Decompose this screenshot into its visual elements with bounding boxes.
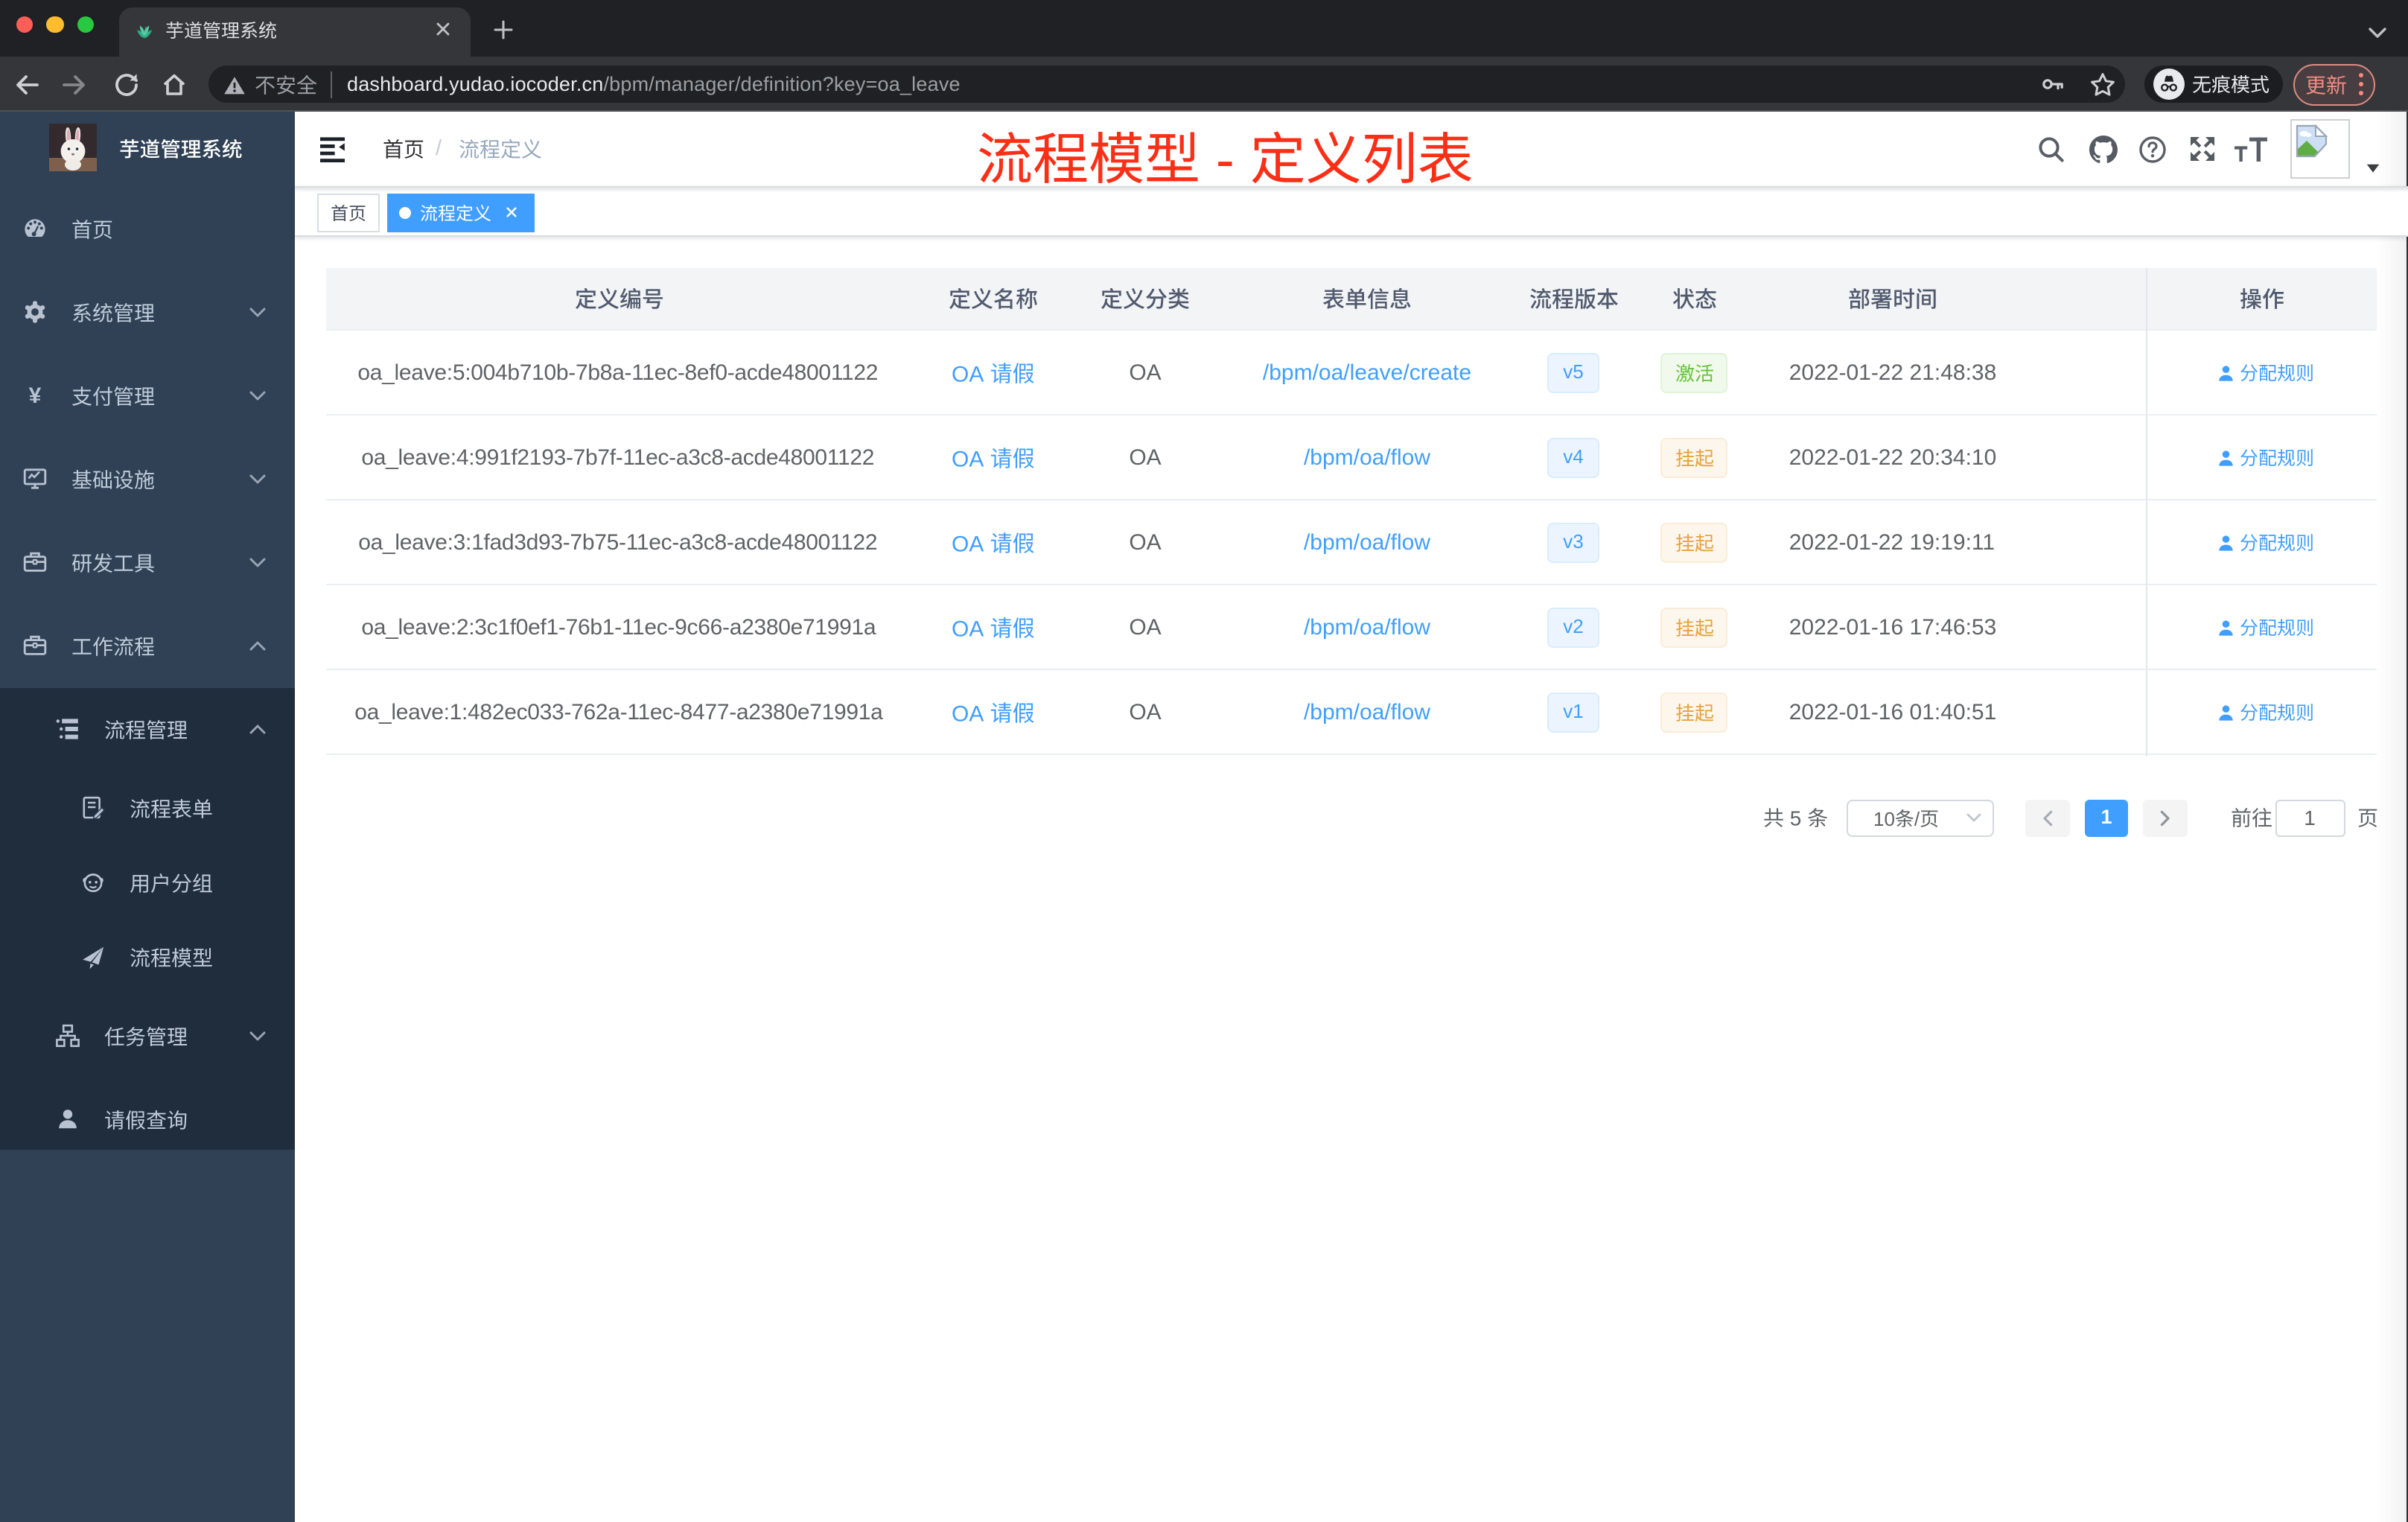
svg-text:5: 5 [1784, 807, 1807, 830]
svg-text:10: 10 [1873, 807, 1894, 830]
svg-text:¥: ¥ [29, 383, 42, 408]
svg-text:OA: OA [952, 617, 989, 641]
svg-text:OA: OA [952, 532, 989, 556]
svg-text:/: / [1914, 807, 1920, 830]
svg-text:OA: OA [952, 447, 989, 471]
svg-text:-: - [1200, 128, 1250, 191]
svg-text:OA: OA [952, 701, 989, 726]
svg-text:OA: OA [952, 362, 989, 386]
